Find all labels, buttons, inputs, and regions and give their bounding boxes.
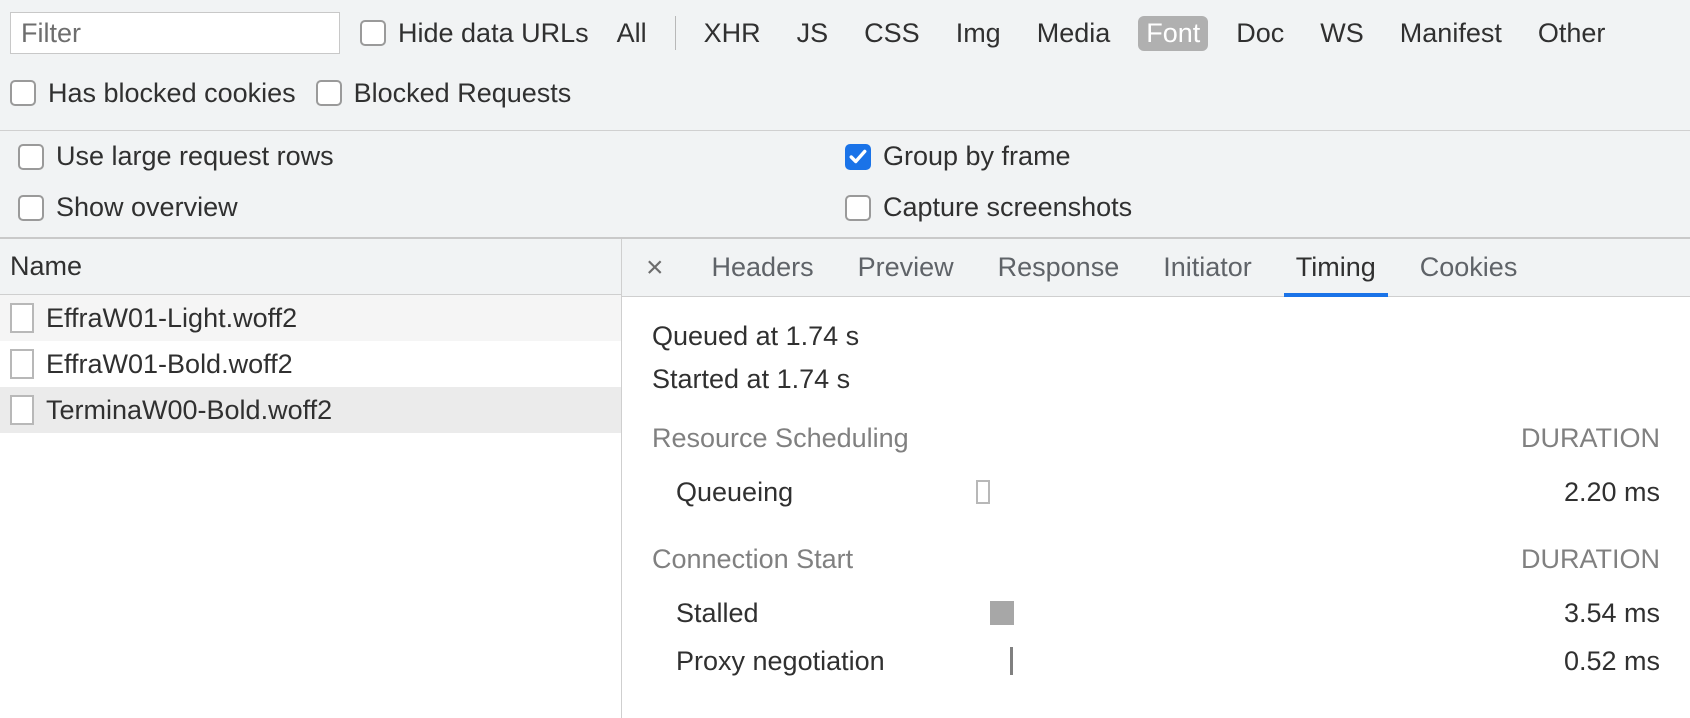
name-column-header[interactable]: Name: [0, 239, 621, 295]
request-name: EffraW01-Bold.woff2: [46, 349, 293, 380]
checkbox-icon: [316, 80, 342, 106]
timing-row-stalled: Stalled 3.54 ms: [652, 589, 1660, 637]
type-filter-all[interactable]: All: [609, 16, 655, 51]
type-filter-img[interactable]: Img: [948, 16, 1009, 51]
request-row[interactable]: TerminaW00-Bold.woff2: [0, 387, 621, 433]
request-name: TerminaW00-Bold.woff2: [46, 395, 332, 426]
request-row[interactable]: EffraW01-Light.woff2: [0, 295, 621, 341]
connection-start-header: Connection Start DURATION: [652, 544, 1660, 575]
show-overview-label: Show overview: [56, 192, 238, 223]
section-label: Connection Start: [652, 544, 853, 575]
tab-response[interactable]: Response: [996, 239, 1122, 296]
tab-cookies[interactable]: Cookies: [1418, 239, 1520, 296]
request-detail-panel: × Headers Preview Response Initiator Tim…: [622, 239, 1690, 718]
tab-initiator[interactable]: Initiator: [1161, 239, 1254, 296]
use-large-rows-label: Use large request rows: [56, 141, 334, 172]
has-blocked-cookies-checkbox[interactable]: Has blocked cookies: [10, 78, 296, 109]
hide-data-urls-checkbox[interactable]: Hide data URLs: [360, 18, 589, 49]
has-blocked-cookies-label: Has blocked cookies: [48, 78, 296, 109]
timing-panel: Queued at 1.74 s Started at 1.74 s Resou…: [622, 297, 1690, 709]
metric-bar-area: [976, 647, 1500, 675]
checkbox-icon: [10, 80, 36, 106]
type-filter-font[interactable]: Font: [1138, 16, 1208, 51]
capture-screenshots-checkbox[interactable]: Capture screenshots: [845, 192, 1672, 223]
tab-headers[interactable]: Headers: [710, 239, 816, 296]
type-filter-js[interactable]: JS: [789, 16, 837, 51]
timing-bar-icon: [976, 480, 990, 504]
queued-at-text: Queued at 1.74 s: [652, 321, 1660, 352]
use-large-rows-checkbox[interactable]: Use large request rows: [18, 141, 845, 172]
request-name: EffraW01-Light.woff2: [46, 303, 297, 334]
network-split-view: Name EffraW01-Light.woff2 EffraW01-Bold.…: [0, 239, 1690, 718]
metric-label: Stalled: [676, 598, 976, 629]
metric-label: Queueing: [676, 477, 976, 508]
type-filter-doc[interactable]: Doc: [1228, 16, 1292, 51]
duration-header: DURATION: [1521, 423, 1660, 454]
metric-bar-area: [976, 478, 1500, 506]
timing-row-queueing: Queueing 2.20 ms: [652, 468, 1660, 516]
tab-preview[interactable]: Preview: [856, 239, 956, 296]
detail-tab-bar: × Headers Preview Response Initiator Tim…: [622, 239, 1690, 297]
separator: [675, 16, 676, 50]
blocked-requests-checkbox[interactable]: Blocked Requests: [316, 78, 572, 109]
request-row[interactable]: EffraW01-Bold.woff2: [0, 341, 621, 387]
capture-screenshots-label: Capture screenshots: [883, 192, 1132, 223]
timing-bar-icon: [990, 601, 1014, 625]
group-by-frame-checkbox[interactable]: Group by frame: [845, 141, 1672, 172]
tab-timing[interactable]: Timing: [1294, 239, 1378, 296]
started-at-text: Started at 1.74 s: [652, 364, 1660, 395]
type-filter-media[interactable]: Media: [1029, 16, 1119, 51]
checkbox-icon: [845, 144, 871, 170]
type-filter-css[interactable]: CSS: [856, 16, 928, 51]
request-list-panel: Name EffraW01-Light.woff2 EffraW01-Bold.…: [0, 239, 622, 718]
type-filter-other[interactable]: Other: [1530, 16, 1614, 51]
group-by-frame-label: Group by frame: [883, 141, 1071, 172]
metric-value: 0.52 ms: [1500, 646, 1660, 677]
type-filter-manifest[interactable]: Manifest: [1392, 16, 1510, 51]
resource-scheduling-header: Resource Scheduling DURATION: [652, 423, 1660, 454]
network-filter-bar: Hide data URLs All XHR JS CSS Img Media …: [0, 0, 1690, 131]
hide-data-urls-label: Hide data URLs: [398, 18, 589, 49]
checkbox-icon: [360, 20, 386, 46]
metric-value: 2.20 ms: [1500, 477, 1660, 508]
network-settings-bar: Use large request rows Show overview Gro…: [0, 131, 1690, 239]
checkbox-icon: [18, 144, 44, 170]
file-icon: [10, 395, 34, 425]
timing-bar-icon: [1010, 647, 1013, 675]
type-filter-group: All XHR JS CSS Img Media Font Doc WS Man…: [609, 16, 1614, 51]
metric-bar-area: [976, 599, 1500, 627]
duration-header: DURATION: [1521, 544, 1660, 575]
close-icon[interactable]: ×: [640, 251, 670, 285]
checkbox-icon: [18, 195, 44, 221]
type-filter-ws[interactable]: WS: [1312, 16, 1372, 51]
metric-label: Proxy negotiation: [676, 646, 976, 677]
show-overview-checkbox[interactable]: Show overview: [18, 192, 845, 223]
file-icon: [10, 349, 34, 379]
filter-input[interactable]: [10, 12, 340, 54]
file-icon: [10, 303, 34, 333]
section-label: Resource Scheduling: [652, 423, 909, 454]
timing-row-proxy-negotiation: Proxy negotiation 0.52 ms: [652, 637, 1660, 685]
blocked-requests-label: Blocked Requests: [354, 78, 572, 109]
type-filter-xhr[interactable]: XHR: [696, 16, 769, 51]
metric-value: 3.54 ms: [1500, 598, 1660, 629]
checkbox-icon: [845, 195, 871, 221]
